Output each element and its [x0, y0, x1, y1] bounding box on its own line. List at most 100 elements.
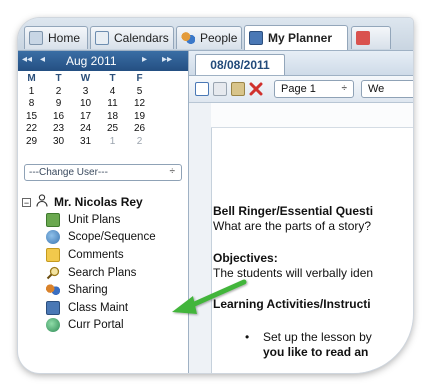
tree-item-unit-plans[interactable]: Unit Plans	[46, 211, 156, 229]
calendar-week: 15 16 17 18 19	[18, 111, 188, 124]
calendar-day[interactable]: 1	[99, 136, 126, 149]
view-icon[interactable]	[195, 82, 209, 96]
calendar-day[interactable]: 9	[45, 98, 72, 111]
document-ruler	[211, 103, 413, 128]
calendar-day[interactable]: 22	[18, 123, 45, 136]
tab-home-label: Home	[48, 31, 81, 45]
edit-icon	[46, 300, 60, 315]
calendar-week: 8 9 10 11 12	[18, 98, 188, 111]
calendar-day[interactable]: 26	[126, 123, 153, 136]
tree-item-label: Comments	[68, 248, 124, 261]
change-user-select[interactable]: ---Change User--- ÷	[24, 164, 182, 181]
user-node[interactable]: − Mr. Nicolas Rey	[22, 194, 143, 210]
person-icon	[36, 194, 48, 210]
calendar-day[interactable]: 4	[99, 86, 126, 99]
tab-partial[interactable]	[351, 26, 391, 49]
tree-item-label: Class Maint	[68, 301, 129, 314]
calendar-day[interactable]: 18	[99, 111, 126, 124]
next-month-button[interactable]: ▸	[142, 54, 147, 65]
magnifier-icon	[46, 266, 60, 280]
objectives-text: The students will verbally iden	[213, 266, 374, 280]
activities-title: Learning Activities/Instructi	[213, 297, 371, 311]
calendar-day[interactable]: 15	[18, 111, 45, 124]
tree-item-label: Sharing	[68, 284, 108, 297]
delete-icon[interactable]	[249, 82, 263, 96]
tree-item-sharing[interactable]: Sharing	[46, 281, 156, 299]
calendar-day[interactable]: 30	[45, 136, 72, 149]
page-select-value: Page 1	[281, 83, 316, 95]
home-icon	[29, 31, 43, 45]
calendar-day-headers: M T W T F	[18, 73, 188, 86]
sharing-icon	[46, 283, 60, 298]
prev-year-button[interactable]: ◂◂	[22, 54, 32, 65]
main-tab-bar: Home Calendars People My Planner	[18, 18, 413, 51]
tab-home[interactable]: Home	[24, 26, 88, 49]
tab-my-planner-label: My Planner	[268, 31, 333, 45]
tab-people[interactable]: People	[176, 26, 242, 49]
portal-icon	[46, 318, 60, 333]
tab-calendars-label: Calendars	[114, 31, 169, 45]
red-icon	[356, 31, 370, 45]
calendar-grid: M T W T F 1 2 3 4 5 8 9 10 11 12 15 16 1…	[18, 73, 188, 148]
document-gutter	[189, 103, 212, 373]
people-icon	[181, 31, 195, 45]
paste-icon[interactable]	[231, 82, 245, 96]
calendar-day[interactable]: 5	[126, 86, 153, 99]
calendar-day[interactable]: 31	[72, 136, 99, 149]
next-year-button[interactable]: ▸▸	[162, 54, 172, 65]
prev-month-button[interactable]: ◂	[40, 54, 45, 65]
planner-pane: 08/08/2011 Page 1 ÷ We Bell Ringer/Essen…	[189, 51, 413, 373]
date-tab-bar: 08/08/2011	[189, 51, 413, 76]
calendar-day[interactable]: 2	[126, 136, 153, 149]
tab-people-label: People	[200, 31, 238, 45]
tree-item-scope-sequence[interactable]: Scope/Sequence	[46, 229, 156, 247]
unit-plans-icon	[46, 212, 60, 227]
tree-item-curr-portal[interactable]: Curr Portal	[46, 317, 156, 335]
calendar-day[interactable]: 25	[99, 123, 126, 136]
day-header: M	[27, 73, 36, 84]
calendar-day[interactable]: 16	[45, 111, 72, 124]
tab-calendars[interactable]: Calendars	[90, 26, 174, 49]
screenshot-frame: Home Calendars People My Planner ◂◂ ◂ Au…	[0, 0, 433, 387]
tree-item-label: Scope/Sequence	[68, 231, 156, 244]
select-arrow-icon: ÷	[169, 166, 176, 177]
calendar-day[interactable]: 11	[99, 98, 126, 111]
day-header: W	[80, 73, 91, 84]
calendar-week: 1 2 3 4 5	[18, 86, 188, 99]
tab-my-planner[interactable]: My Planner	[244, 25, 348, 50]
calendar-day[interactable]: 29	[18, 136, 45, 149]
objectives-title: Objectives:	[213, 251, 278, 265]
tree-item-label: Unit Plans	[68, 213, 121, 226]
tree-item-class-maint[interactable]: Class Maint	[46, 299, 156, 317]
collapse-toggle-icon[interactable]: −	[22, 197, 31, 207]
calendar-day[interactable]: 23	[45, 123, 72, 136]
calendar-day[interactable]: 24	[72, 123, 99, 136]
calendar-day[interactable]: 8	[18, 98, 45, 111]
page-select[interactable]: Page 1 ÷	[274, 80, 354, 98]
calendar-week: 29 30 31 1 2	[18, 136, 188, 149]
tree-item-search-plans[interactable]: Search Plans	[46, 264, 156, 282]
calendar-day[interactable]: 19	[126, 111, 153, 124]
user-name: Mr. Nicolas Rey	[54, 195, 143, 209]
bullet-line-1: Set up the lesson by	[263, 330, 372, 344]
calendar-day[interactable]: 12	[126, 98, 153, 111]
calendar-icon	[95, 31, 109, 45]
bullet-mark: •	[245, 330, 250, 344]
bell-ringer-text: What are the parts of a story?	[213, 219, 372, 233]
calendar-month: Aug 2011	[66, 54, 117, 68]
editor-toolbar: Page 1 ÷ We	[189, 76, 413, 103]
planner-icon	[249, 31, 263, 45]
date-tab[interactable]: 08/08/2011	[195, 54, 285, 75]
note-icon	[46, 247, 60, 262]
day-header: F	[136, 73, 143, 84]
calendar-day[interactable]: 17	[72, 111, 99, 124]
week-select[interactable]: We	[361, 80, 413, 98]
calendar-day[interactable]: 10	[72, 98, 99, 111]
calendar-day[interactable]: 1	[18, 86, 45, 99]
copy-icon[interactable]	[213, 82, 227, 96]
calendar-day[interactable]: 3	[72, 86, 99, 99]
bullet-line-2: you like to read an	[263, 345, 369, 359]
calendar-day[interactable]: 2	[45, 86, 72, 99]
calendar-header: ◂◂ ◂ Aug 2011 ▸ ▸▸	[18, 51, 188, 71]
tree-item-comments[interactable]: Comments	[46, 246, 156, 264]
